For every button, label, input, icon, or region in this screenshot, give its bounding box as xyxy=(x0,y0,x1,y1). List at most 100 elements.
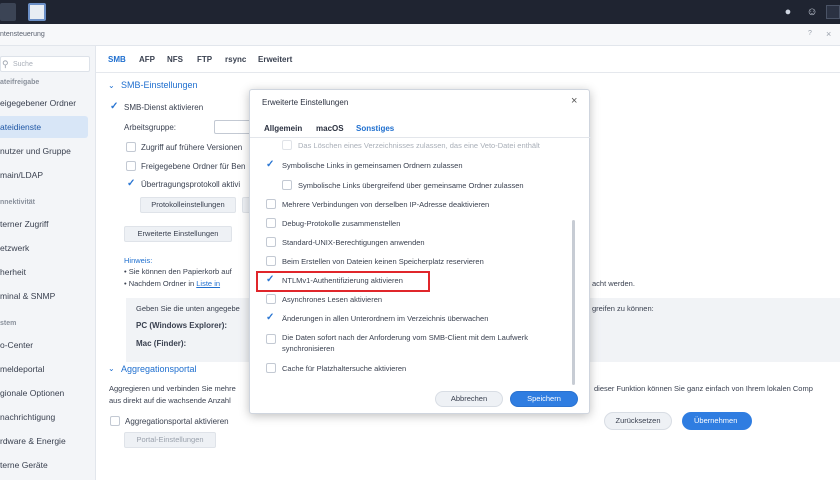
tab-rsync[interactable]: rsync xyxy=(225,55,246,64)
option-checkbox[interactable] xyxy=(266,199,276,209)
sidebar-item-login-portal[interactable]: meldeportal xyxy=(0,358,96,380)
option-checkbox[interactable] xyxy=(266,363,276,373)
transfer-log-checkbox[interactable]: ✓ xyxy=(127,179,135,189)
widgets-icon[interactable] xyxy=(826,5,840,19)
option-label: Asynchrones Lesen aktivieren xyxy=(282,295,383,304)
sidebar-item-domain-ldap[interactable]: main/LDAP xyxy=(0,164,96,186)
search-placeholder: Suche xyxy=(13,61,33,68)
option-checkbox[interactable] xyxy=(266,256,276,266)
window-titlebar: ntensteuerung ? × xyxy=(0,24,840,46)
sidebar-item-external-devices[interactable]: terne Geräte xyxy=(0,454,96,476)
chevron-down-icon[interactable]: ⌄ xyxy=(108,364,115,373)
sidebar-item-shared-folder[interactable]: eigegebener Ordner xyxy=(0,92,96,114)
aggregation-enable-checkbox[interactable] xyxy=(110,416,120,426)
apply-button[interactable]: Übernehmen xyxy=(682,412,752,430)
sidebar-item-notification[interactable]: nachrichtigung xyxy=(0,406,96,428)
option-label: Debug-Protokolle zusammenstellen xyxy=(282,219,401,228)
sidebar-item-users-groups[interactable]: nutzer und Gruppe xyxy=(0,140,96,162)
pc-label: PC (Windows Explorer): xyxy=(136,321,228,330)
option-label: Beim Erstellen von Dateien keinen Speich… xyxy=(282,257,484,266)
sidebar-item-security[interactable]: herheit xyxy=(0,261,96,283)
option-label: Das Löschen eines Verzeichnisses zulasse… xyxy=(298,141,540,150)
highlight-box xyxy=(256,271,430,292)
transfer-log-label: Übertragungsprotokoll aktivi xyxy=(141,180,241,189)
option-checkbox[interactable]: ✓ xyxy=(266,313,274,323)
tab-general[interactable]: Allgemein xyxy=(264,124,302,133)
workgroup-input[interactable] xyxy=(214,120,254,134)
section-system: stem xyxy=(0,320,17,327)
aggregation-desc-1-end: dieser Funktion können Sie ganz einfach … xyxy=(594,384,813,393)
option-checkbox[interactable] xyxy=(266,294,276,304)
chat-icon[interactable]: ● xyxy=(780,4,796,20)
tab-afp[interactable]: AFP xyxy=(139,55,155,64)
option-label: Mehrere Verbindungen von derselben IP-Ad… xyxy=(282,200,490,209)
sidebar-item-regional-options[interactable]: gionale Optionen xyxy=(0,382,96,404)
window-title: ntensteuerung xyxy=(0,31,45,38)
tab-advanced[interactable]: Erweitert xyxy=(258,55,292,64)
shared-folder-label: Freigegebene Ordner für Ben xyxy=(141,162,246,171)
tab-other[interactable]: Sonstiges xyxy=(356,124,394,133)
chevron-down-icon[interactable]: ⌄ xyxy=(108,81,115,90)
option-checkbox[interactable]: ✓ xyxy=(266,160,274,170)
option-label: Symbolische Links übergreifend über geme… xyxy=(298,181,524,190)
tab-smb[interactable]: SMB xyxy=(108,55,126,64)
info-line: Geben Sie die unten angegebe xyxy=(136,304,240,313)
search-input[interactable]: ⚲ Suche xyxy=(0,56,90,72)
option-label-continued: synchronisieren xyxy=(282,344,335,353)
sidebar: ⚲ Suche ateifreigabe eigegebener Ordner … xyxy=(0,46,96,480)
tab-ftp[interactable]: FTP xyxy=(197,55,212,64)
workgroup-label: Arbeitsgruppe: xyxy=(124,123,177,132)
advanced-settings-dialog: Erweiterte Einstellungen × Allgemein mac… xyxy=(249,89,591,414)
mac-label: Mac (Finder): xyxy=(136,339,187,348)
option-label: Standard-UNIX-Berechtigungen anwenden xyxy=(282,238,425,247)
dialog-title: Erweiterte Einstellungen xyxy=(262,98,349,107)
help-icon[interactable]: ? xyxy=(808,30,812,37)
user-icon[interactable]: ☺ xyxy=(804,4,820,20)
option-label: Änderungen in allen Unterordnern im Verz… xyxy=(282,314,489,323)
sidebar-item-info-center[interactable]: o-Center xyxy=(0,334,96,356)
shared-folder-checkbox[interactable] xyxy=(126,161,136,171)
portal-settings-button[interactable]: Portal-Einstellungen xyxy=(124,432,216,448)
option-checkbox[interactable] xyxy=(282,140,292,150)
aggregation-section-heading: Aggregationsportal xyxy=(121,364,197,374)
window-close-icon[interactable]: × xyxy=(826,29,831,39)
close-icon[interactable]: × xyxy=(571,95,577,107)
hint-bullet-2-end: acht werden. xyxy=(592,279,635,288)
option-checkbox[interactable] xyxy=(282,180,292,190)
tab-divider xyxy=(96,72,840,73)
sidebar-item-external-access[interactable]: terner Zugriff xyxy=(0,213,96,235)
prev-versions-checkbox[interactable] xyxy=(126,142,136,152)
aggregation-desc-1: Aggregieren und verbinden Sie mehre xyxy=(109,384,236,393)
control-panel-taskbar-icon[interactable] xyxy=(28,3,46,21)
smb-enable-label: SMB-Dienst aktivieren xyxy=(124,103,204,112)
info-line-end: greifen zu können: xyxy=(592,304,654,313)
sidebar-item-network[interactable]: etzwerk xyxy=(0,237,96,259)
smb-enable-checkbox[interactable]: ✓ xyxy=(110,102,118,112)
option-checkbox[interactable] xyxy=(266,237,276,247)
protocol-settings-button[interactable]: Protokolleinstellungen xyxy=(140,197,236,213)
prev-versions-label: Zugriff auf frühere Versionen xyxy=(141,143,243,152)
save-button[interactable]: Speichern xyxy=(510,391,578,407)
reset-button[interactable]: Zurücksetzen xyxy=(604,412,672,430)
dialog-scrollbar[interactable] xyxy=(572,220,575,385)
options-list: Das Löschen eines Verzeichnisses zulasse… xyxy=(250,138,591,386)
sidebar-item-terminal-snmp[interactable]: minal & SNMP xyxy=(0,285,96,307)
taskbar-app-icon[interactable] xyxy=(0,3,16,21)
section-file-sharing: ateifreigabe xyxy=(0,79,40,86)
smb-section-heading: SMB-Einstellungen xyxy=(121,80,198,90)
option-checkbox[interactable] xyxy=(266,334,276,344)
search-icon: ⚲ xyxy=(2,59,9,69)
advanced-settings-button[interactable]: Erweiterte Einstellungen xyxy=(124,226,232,242)
hint-label: Hinweis: xyxy=(124,256,153,265)
tab-macos[interactable]: macOS xyxy=(316,124,344,133)
cancel-button[interactable]: Abbrechen xyxy=(435,391,503,407)
hint-bullet-1: • Sie können den Papierkorb auf xyxy=(124,267,232,276)
option-label: Symbolische Links in gemeinsamen Ordnern… xyxy=(282,161,463,170)
sidebar-item-file-services[interactable]: ateidienste xyxy=(0,116,88,138)
taskbar: ● ☺ xyxy=(0,0,840,24)
sidebar-item-hardware-power[interactable]: rdware & Energie xyxy=(0,430,96,452)
shared-folder-list-link[interactable]: Liste in xyxy=(196,279,220,288)
tab-nfs[interactable]: NFS xyxy=(167,55,183,64)
option-checkbox[interactable] xyxy=(266,218,276,228)
option-label: Cache für Platzhaltersuche aktivieren xyxy=(282,364,407,373)
